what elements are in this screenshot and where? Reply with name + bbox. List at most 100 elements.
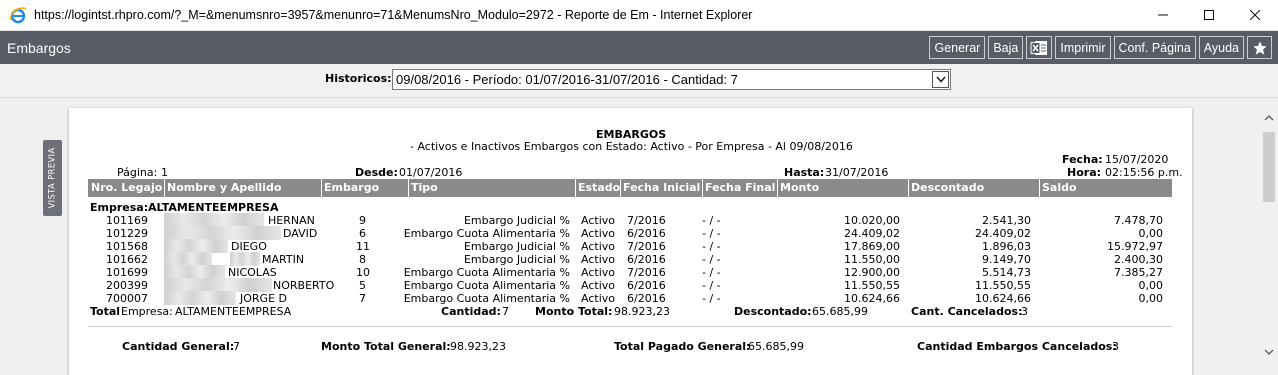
cell-saldo: 7.385,27 (1114, 266, 1163, 279)
total-cantidad-value: 7 (502, 305, 509, 318)
cell-embargo: 10 (356, 266, 370, 279)
cell-descontado: 24.409,02 (975, 227, 1031, 240)
cell-legajo: 101662 (106, 253, 148, 266)
star-icon (1252, 40, 1267, 55)
general-monto-label: Monto Total General: (321, 340, 451, 353)
general-cantidad-value: 7 (233, 340, 240, 353)
imprimir-button[interactable]: Imprimir (1055, 36, 1111, 59)
col-fecha-final: Fecha Final (702, 179, 777, 197)
cell-embargo: 8 (359, 253, 366, 266)
general-cancelados-label: Cantidad Embargos Cancelados: (917, 340, 1117, 353)
redacted-name (164, 265, 225, 279)
col-estado: Estado (575, 179, 620, 197)
cell-monto: 17.869,00 (844, 240, 900, 253)
cell-tipo: Embargo Cuota Alimentaria % (403, 292, 570, 305)
cell-nombre: DAVID (283, 227, 318, 240)
window-titlebar: https://logintst.rhpro.com/?_M=&menumsnr… (0, 0, 1278, 31)
toolbar: Generar Baja Imprimir Conf. Página Ayuda (926, 36, 1272, 59)
minimize-button[interactable] (1140, 0, 1186, 31)
cell-nombre: NORBERTO (273, 279, 335, 292)
col-descontado: Descontado (908, 179, 1039, 197)
historicos-selected-value: 09/08/2016 - Período: 01/07/2016-31/07/2… (396, 72, 738, 87)
cell-monto: 11.550,00 (844, 253, 900, 266)
fecha-value: 15/07/2020 (1105, 153, 1169, 166)
cell-nombre: JORGE D (240, 292, 287, 305)
empresa-label: Empresa: (90, 201, 149, 214)
hasta-value: 31/07/2016 (825, 166, 889, 179)
scroll-down-icon[interactable] (1260, 344, 1278, 360)
hora-label: Hora: (1067, 166, 1102, 179)
conf-pagina-button[interactable]: Conf. Página (1113, 36, 1196, 59)
page-title: Embargos (7, 39, 71, 56)
scroll-up-icon[interactable] (1260, 110, 1278, 126)
cell-embargo: 9 (359, 214, 366, 227)
cell-saldo: 0,00 (1138, 227, 1164, 240)
hora-value: 02:15:56 p.m. (1105, 166, 1183, 179)
cell-fecha-final: - / - (702, 266, 721, 279)
total-monto-value: 98.923,23 (614, 305, 670, 318)
report-page: EMBARGOS - Activos e Inactivos Embargos … (69, 108, 1192, 375)
total-label: Total (90, 305, 121, 318)
general-cantidad-label: Cantidad General: (122, 340, 235, 353)
col-embargo: Embargo (321, 179, 408, 197)
cell-monto: 10.624,66 (844, 292, 900, 305)
cell-embargo: 5 (359, 279, 366, 292)
cell-saldo: 2.400,30 (1114, 253, 1163, 266)
favorite-button[interactable] (1247, 36, 1272, 59)
historicos-select[interactable]: 09/08/2016 - Período: 01/07/2016-31/07/2… (392, 69, 951, 90)
pagina-label: Página: (117, 166, 158, 179)
close-button[interactable] (1232, 0, 1278, 31)
vista-previa-label: VISTA PREVIA (47, 147, 58, 209)
app-header: Embargos Generar Baja Imprimir Conf. Pág… (0, 31, 1278, 64)
table-row: 700007 JORGE D 7 Embargo Cuota Alimentar… (69, 291, 1192, 305)
col-nombre: Nombre y Apellido (164, 179, 321, 197)
cell-monto: 12.900,00 (844, 266, 900, 279)
cell-monto: 10.020,00 (844, 214, 900, 227)
ayuda-button[interactable]: Ayuda (1198, 36, 1244, 59)
cell-monto: 24.409,02 (844, 227, 900, 240)
generar-button[interactable]: Generar (929, 36, 986, 59)
baja-button[interactable]: Baja (988, 36, 1024, 59)
pagina-value: 1 (161, 166, 168, 179)
redacted-name (164, 291, 236, 305)
cell-fecha-final: - / - (702, 279, 721, 292)
cell-fecha-inicial: 6/2016 (627, 227, 666, 240)
cell-estado: Activo (581, 240, 615, 253)
filter-bar: Historicos: 09/08/2016 - Período: 01/07/… (0, 64, 1278, 98)
total-descontado-label: Descontado: (734, 305, 812, 318)
total-empresa-name: ALTAMENTEEMPRESA (175, 305, 292, 318)
cell-fecha-inicial: 6/2016 (627, 253, 666, 266)
cell-fecha-final: - / - (702, 214, 721, 227)
total-cancelados-label: Cant. Cancelados: (911, 305, 1023, 318)
general-cancelados-value: 3 (1112, 340, 1119, 353)
cell-tipo: Embargo Judicial % (463, 240, 570, 253)
scroll-thumb[interactable] (1263, 132, 1275, 202)
cell-descontado: 10.624,66 (975, 292, 1031, 305)
cell-fecha-inicial: 7/2016 (627, 240, 666, 253)
cell-tipo: Embargo Cuota Alimentaria % (403, 266, 570, 279)
cell-estado: Activo (581, 266, 615, 279)
cell-monto: 11.550,55 (844, 279, 900, 292)
chevron-down-icon[interactable] (932, 71, 949, 88)
cell-fecha-inicial: 6/2016 (627, 292, 666, 305)
vista-previa-tab[interactable]: VISTA PREVIA (43, 140, 62, 216)
window-title: https://logintst.rhpro.com/?_M=&menumsnr… (34, 8, 753, 22)
cell-descontado: 5.514,73 (982, 266, 1031, 279)
general-monto-value: 98.923,23 (450, 340, 506, 353)
cell-descontado: 11.550,55 (975, 279, 1031, 292)
cell-nombre: MARTIN (262, 253, 305, 266)
cell-fecha-inicial: 7/2016 (627, 266, 666, 279)
cell-embargo: 11 (356, 240, 370, 253)
table-row: 101662 MARTIN 8 Embargo Judicial % Activ… (69, 252, 1192, 266)
excel-export-button[interactable] (1026, 36, 1053, 59)
vertical-scrollbar[interactable] (1260, 98, 1278, 375)
col-monto: Monto (777, 179, 908, 197)
general-pagado-value: 65.685,99 (748, 340, 804, 353)
cell-embargo: 6 (359, 227, 366, 240)
col-nro-legajo: Nro. Legajo (91, 181, 163, 194)
cell-legajo: 101229 (106, 227, 148, 240)
cell-estado: Activo (581, 214, 615, 227)
maximize-button[interactable] (1186, 0, 1232, 31)
fecha-label: Fecha: (1062, 153, 1103, 166)
divider (88, 326, 1172, 327)
